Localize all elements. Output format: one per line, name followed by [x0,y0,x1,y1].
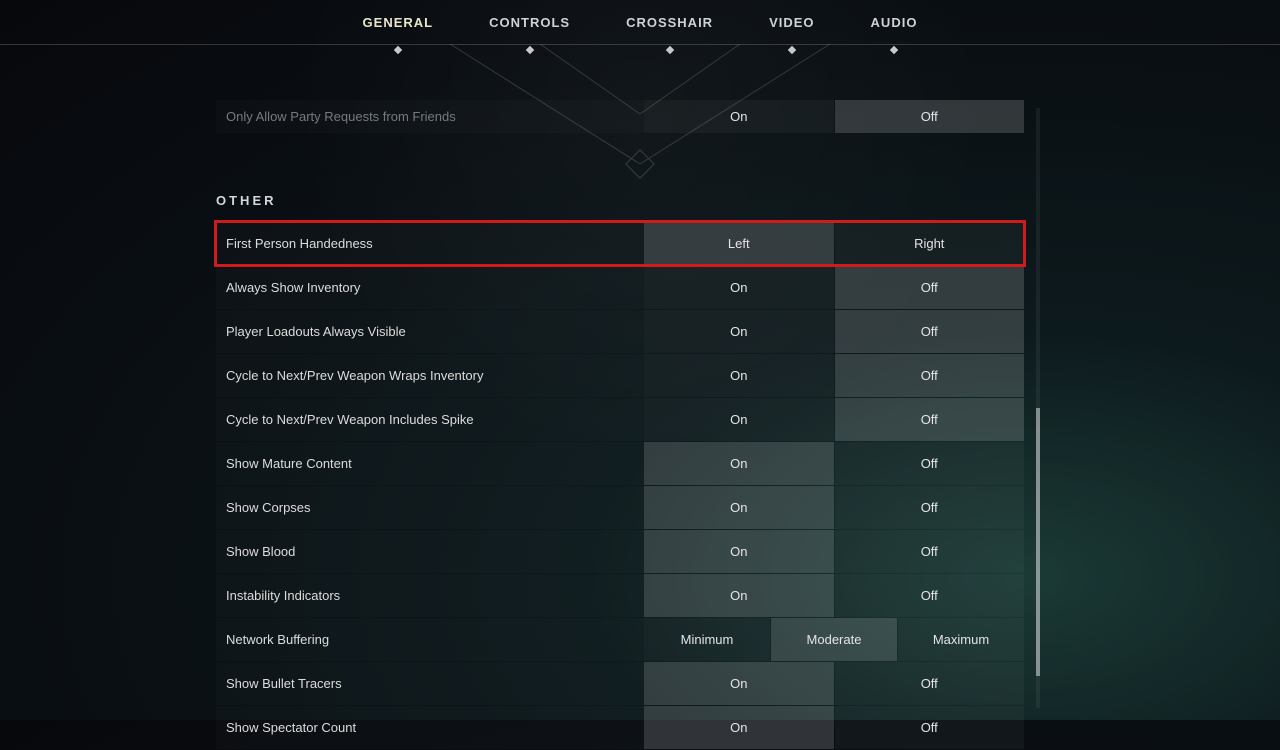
setting-label: Show Corpses [216,486,644,529]
setting-option[interactable]: On [644,100,834,133]
setting-option[interactable]: Moderate [771,618,897,661]
setting-option[interactable]: Off [835,398,1025,441]
setting-option[interactable]: Left [644,222,834,265]
setting-label: Show Spectator Count [216,706,644,749]
setting-row: Instability IndicatorsOnOff [216,574,1024,617]
tab-crosshair[interactable]: CROSSHAIR [626,15,713,30]
setting-label: Network Buffering [216,618,644,661]
scrollbar-track[interactable] [1036,108,1040,708]
setting-label: Only Allow Party Requests from Friends [216,100,644,133]
setting-option[interactable]: Off [835,442,1025,485]
setting-option[interactable]: Off [835,530,1025,573]
setting-label: Cycle to Next/Prev Weapon Wraps Inventor… [216,354,644,397]
setting-option[interactable]: On [644,398,834,441]
setting-row: Show Bullet TracersOnOff [216,662,1024,705]
setting-row: Cycle to Next/Prev Weapon Includes Spike… [216,398,1024,441]
setting-label: Cycle to Next/Prev Weapon Includes Spike [216,398,644,441]
setting-option[interactable]: Off [835,354,1025,397]
scrollbar-thumb[interactable] [1036,408,1040,676]
tab-general[interactable]: GENERAL [363,15,434,30]
setting-option[interactable]: Off [835,266,1025,309]
setting-label: Instability Indicators [216,574,644,617]
settings-panel: Only Allow Party Requests from Friends O… [216,100,1024,750]
setting-row: Always Show InventoryOnOff [216,266,1024,309]
setting-option[interactable]: On [644,530,834,573]
tab-controls[interactable]: CONTROLS [489,15,570,30]
setting-option[interactable]: On [644,310,834,353]
setting-option[interactable]: Right [835,222,1025,265]
setting-label: Show Bullet Tracers [216,662,644,705]
tab-audio[interactable]: AUDIO [871,15,918,30]
setting-row: Player Loadouts Always VisibleOnOff [216,310,1024,353]
setting-row: First Person HandednessLeftRight [216,222,1024,265]
setting-label: Player Loadouts Always Visible [216,310,644,353]
setting-row: Show Mature ContentOnOff [216,442,1024,485]
setting-option[interactable]: Off [835,310,1025,353]
setting-option[interactable]: Minimum [644,618,770,661]
setting-row: Show BloodOnOff [216,530,1024,573]
setting-row: Network BufferingMinimumModerateMaximum [216,618,1024,661]
setting-option[interactable]: Off [835,100,1025,133]
setting-option[interactable]: On [644,574,834,617]
setting-option[interactable]: On [644,266,834,309]
setting-label: Show Blood [216,530,644,573]
setting-option[interactable]: On [644,662,834,705]
setting-label: First Person Handedness [216,222,644,265]
setting-row: Cycle to Next/Prev Weapon Wraps Inventor… [216,354,1024,397]
setting-option[interactable]: Maximum [898,618,1024,661]
section-header-other: OTHER [216,193,1024,208]
setting-option[interactable]: Off [835,486,1025,529]
setting-row: Show Spectator CountOnOff [216,706,1024,749]
setting-option[interactable]: On [644,442,834,485]
setting-label: Always Show Inventory [216,266,644,309]
setting-option[interactable]: Off [835,574,1025,617]
setting-label: Show Mature Content [216,442,644,485]
setting-row: Show CorpsesOnOff [216,486,1024,529]
setting-option[interactable]: Off [835,706,1025,749]
settings-tabs: GENERAL CONTROLS CROSSHAIR VIDEO AUDIO [0,0,1280,45]
setting-option[interactable]: Off [835,662,1025,705]
tab-video[interactable]: VIDEO [769,15,814,30]
setting-option[interactable]: On [644,706,834,749]
setting-row: Only Allow Party Requests from Friends O… [216,100,1024,133]
setting-option[interactable]: On [644,354,834,397]
setting-option[interactable]: On [644,486,834,529]
